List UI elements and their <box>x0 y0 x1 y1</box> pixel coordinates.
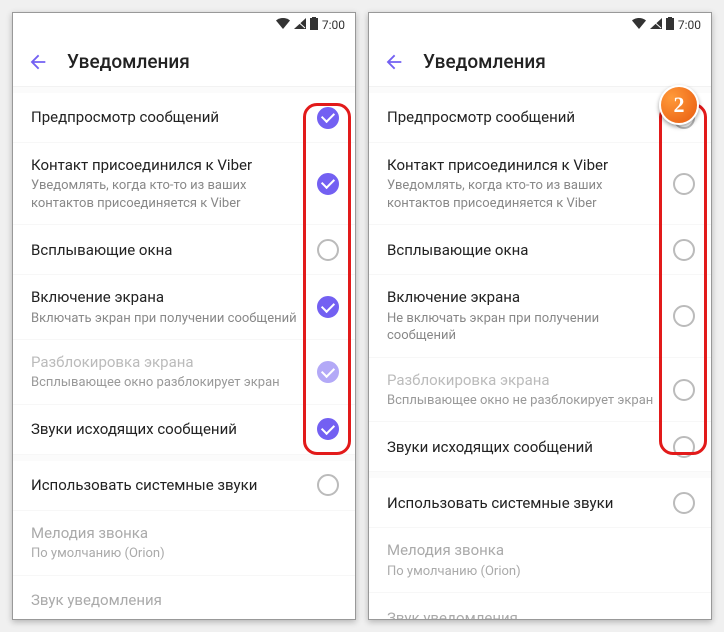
phone-left: 7:00 Уведомления Предпросмотр сообщений К… <box>12 12 356 620</box>
radio-toggle[interactable] <box>673 239 695 261</box>
settings-list: Предпросмотр сообщений Контакт присоедини… <box>13 87 355 619</box>
status-bar: 7:00 <box>13 13 355 37</box>
settings-row[interactable]: Использовать системные звуки <box>13 461 355 511</box>
row-subtitle: Уведомлять, когда кто-то из ваших контак… <box>31 177 305 212</box>
radio-toggle[interactable] <box>673 436 695 458</box>
radio-toggle[interactable] <box>673 379 695 401</box>
row-title: Всплывающие окна <box>387 240 661 260</box>
signal-icon <box>294 18 306 32</box>
radio-toggle[interactable] <box>317 173 339 195</box>
settings-row[interactable]: Мелодия звонка По умолчанию (Orion) <box>13 511 355 576</box>
row-subtitle: Всплывающее окно не разблокирует экран <box>387 392 661 410</box>
row-subtitle: По умолчанию (Orion) <box>387 563 683 581</box>
row-title: Звук уведомления <box>31 590 327 610</box>
radio-toggle[interactable] <box>673 305 695 327</box>
settings-row[interactable]: Звук уведомления <box>13 576 355 619</box>
settings-row[interactable]: Разблокировка экрана Всплывающее окно раз… <box>13 340 355 405</box>
row-subtitle: По умолчанию (Orion) <box>31 545 327 563</box>
row-title: Звуки исходящих сообщений <box>387 437 661 457</box>
radio-toggle[interactable] <box>673 492 695 514</box>
row-subtitle: Всплывающее окно разблокирует экран <box>31 374 305 392</box>
settings-row[interactable]: Включение экрана Не включать экран при по… <box>369 275 711 357</box>
settings-row[interactable]: Включение экрана Включать экран при получ… <box>13 275 355 340</box>
row-title: Использовать системные звуки <box>31 475 305 495</box>
wifi-icon <box>276 18 290 32</box>
radio-toggle[interactable] <box>317 474 339 496</box>
status-time: 7:00 <box>322 18 345 32</box>
page-title: Уведомления <box>423 50 546 73</box>
row-title: Всплывающие окна <box>31 240 305 260</box>
settings-row[interactable]: Предпросмотр сообщений <box>13 93 355 143</box>
app-bar: Уведомления <box>369 37 711 87</box>
row-title: Использовать системные звуки <box>387 493 661 513</box>
app-bar: Уведомления <box>13 37 355 87</box>
row-title: Разблокировка экрана <box>31 352 305 372</box>
settings-row[interactable]: Звук уведомления <box>369 593 711 619</box>
radio-toggle[interactable] <box>317 418 339 440</box>
settings-row[interactable]: Звуки исходящих сообщений <box>369 422 711 472</box>
settings-row[interactable]: Использовать системные звуки <box>369 478 711 528</box>
row-title: Звук уведомления <box>387 608 683 619</box>
row-title: Предпросмотр сообщений <box>31 107 305 127</box>
back-icon[interactable] <box>383 51 405 73</box>
row-title: Мелодия звонка <box>31 523 327 543</box>
row-subtitle: Не включать экран при получении сообщени… <box>387 310 661 345</box>
row-title: Контакт присоединился к Viber <box>387 155 661 175</box>
settings-row[interactable]: Всплывающие окна <box>369 225 711 275</box>
annotation-badge: 2 <box>659 85 699 125</box>
signal-icon <box>650 18 662 32</box>
wifi-icon <box>632 18 646 32</box>
settings-row[interactable]: Контакт присоединился к ViberУведомлять,… <box>13 143 355 225</box>
battery-icon <box>666 17 674 33</box>
settings-row[interactable]: Всплывающие окна <box>13 225 355 275</box>
row-title: Включение экрана <box>31 287 305 307</box>
page-title: Уведомления <box>67 50 190 73</box>
status-time: 7:00 <box>678 18 701 32</box>
settings-row[interactable]: Звуки исходящих сообщений <box>13 405 355 455</box>
row-title: Мелодия звонка <box>387 540 683 560</box>
radio-toggle[interactable] <box>317 296 339 318</box>
settings-row[interactable]: Мелодия звонка По умолчанию (Orion) <box>369 528 711 593</box>
row-title: Разблокировка экрана <box>387 370 661 390</box>
settings-row[interactable]: Разблокировка экрана Всплывающее окно не … <box>369 358 711 423</box>
radio-toggle[interactable] <box>673 173 695 195</box>
row-title: Включение экрана <box>387 287 661 307</box>
back-icon[interactable] <box>27 51 49 73</box>
row-title: Предпросмотр сообщений <box>387 107 661 127</box>
radio-toggle[interactable] <box>317 107 339 129</box>
settings-list: Предпросмотр сообщений Контакт присоедини… <box>369 87 711 619</box>
radio-toggle[interactable] <box>317 239 339 261</box>
status-bar: 7:00 <box>369 13 711 37</box>
battery-icon <box>310 17 318 33</box>
row-title: Звуки исходящих сообщений <box>31 419 305 439</box>
row-title: Контакт присоединился к Viber <box>31 155 305 175</box>
radio-toggle[interactable] <box>317 361 339 383</box>
settings-row[interactable]: Контакт присоединился к ViberУведомлять,… <box>369 143 711 225</box>
row-subtitle: Включать экран при получении сообщений <box>31 310 305 328</box>
phone-right: 7:00 Уведомления Предпросмотр сообщений К… <box>368 12 712 620</box>
row-subtitle: Уведомлять, когда кто-то из ваших контак… <box>387 177 661 212</box>
